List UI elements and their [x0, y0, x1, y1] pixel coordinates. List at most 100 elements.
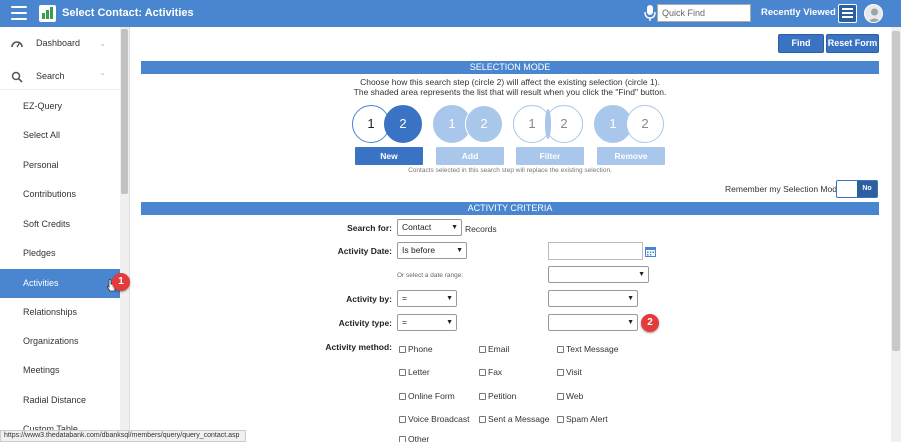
checkbox-label: Email — [488, 344, 510, 354]
venn-filter-overlap — [545, 109, 551, 139]
find-button[interactable]: Find — [778, 34, 824, 53]
date-range-select[interactable]: ▼ — [548, 266, 649, 283]
mode-filter-button[interactable]: Filter — [516, 147, 584, 165]
sidebar-item-activities[interactable]: Activities — [0, 269, 120, 298]
activity-by-select[interactable]: ▼ — [548, 290, 638, 307]
main-scrollbar[interactable] — [891, 27, 901, 442]
records-label: Records — [465, 224, 497, 234]
calendar-icon[interactable] — [645, 246, 656, 257]
activity-by-operator-value: = — [402, 293, 407, 303]
sidebar-item-relationships[interactable]: Relationships — [0, 298, 120, 327]
method-sent-a-message-checkbox[interactable]: Sent a Message — [479, 414, 549, 424]
reset-form-button[interactable]: Reset Form — [826, 34, 879, 53]
annotation-badge-1: 1 — [112, 273, 130, 291]
search-for-select[interactable]: Contact ▼ — [397, 219, 462, 236]
checkbox-box — [399, 436, 406, 442]
menu-icon[interactable] — [11, 6, 27, 20]
annotation-badge-2: 2 — [641, 314, 659, 332]
sidebar-item-soft-credits[interactable]: Soft Credits — [0, 210, 120, 239]
sidebar-item-ez-query[interactable]: EZ-Query — [0, 92, 120, 121]
selection-mode-note: Contacts selected in this search step wi… — [408, 167, 612, 174]
checkbox-box — [557, 393, 564, 400]
sidebar-item-label: Search — [36, 71, 65, 81]
date-range-label: Or select a date range: — [397, 272, 464, 279]
sidebar-item-contributions[interactable]: Contributions — [0, 180, 120, 209]
checkbox-box — [399, 416, 406, 423]
chevron-down-icon: ▼ — [451, 224, 458, 231]
top-bar: Select Contact: Activities Recently View… — [0, 0, 901, 27]
method-online-form-checkbox[interactable]: Online Form — [399, 391, 455, 401]
search-icon — [11, 71, 23, 83]
sidebar: Dashboard ⌄ Search ⌃ EZ-Query Select All… — [0, 27, 130, 442]
sidebar-item-meetings[interactable]: Meetings — [0, 356, 120, 385]
recently-viewed-dropdown[interactable]: Recently Viewed ▼ — [761, 7, 845, 18]
method-visit-checkbox[interactable]: Visit — [557, 367, 582, 377]
checkbox-label: Letter — [408, 367, 430, 377]
activity-type-select[interactable]: ▼ — [548, 314, 638, 331]
method-other-checkbox[interactable]: Other — [399, 434, 429, 442]
activity-type-operator-value: = — [402, 317, 407, 327]
mode-remove-button[interactable]: Remove — [597, 147, 665, 165]
checkbox-label: Sent a Message — [488, 414, 550, 424]
method-petition-checkbox[interactable]: Petition — [479, 391, 516, 401]
venn-remove-circle-2: 2 — [626, 105, 664, 143]
sidebar-item-organizations[interactable]: Organizations — [0, 327, 120, 356]
scrollbar-thumb[interactable] — [892, 31, 900, 351]
checkbox-label: Voice Broadcast — [408, 414, 470, 424]
method-spam-alert-checkbox[interactable]: Spam Alert — [557, 414, 608, 424]
checkbox-label: Petition — [488, 391, 517, 401]
page-title: Select Contact: Activities — [62, 7, 194, 19]
activity-criteria-heading: ACTIVITY CRITERIA — [141, 202, 879, 215]
list-view-icon[interactable] — [838, 4, 857, 23]
search-for-value: Contact — [402, 222, 432, 232]
method-fax-checkbox[interactable]: Fax — [479, 367, 502, 377]
scrollbar-thumb[interactable] — [121, 29, 128, 194]
quick-find-input[interactable] — [657, 4, 751, 22]
sidebar-item-dashboard[interactable]: Dashboard ⌄ — [0, 29, 120, 58]
sidebar-item-search[interactable]: Search ⌃ — [0, 62, 120, 91]
microphone-icon[interactable] — [643, 4, 657, 22]
activity-type-label: Activity type: — [338, 318, 392, 328]
activity-type-operator-select[interactable]: = ▼ — [397, 314, 457, 331]
method-phone-checkbox[interactable]: Phone — [399, 344, 433, 354]
sidebar-item-personal[interactable]: Personal — [0, 151, 120, 180]
chevron-down-icon: ▼ — [627, 319, 634, 326]
activity-date-operator-select[interactable]: Is before ▼ — [397, 242, 467, 259]
checkbox-box — [479, 369, 486, 376]
checkbox-label: Visit — [566, 367, 582, 377]
mode-new-button[interactable]: New — [355, 147, 423, 165]
checkbox-box — [479, 346, 486, 353]
checkbox-label: Spam Alert — [566, 414, 608, 424]
checkbox-label: Web — [566, 391, 584, 401]
sidebar-item-pledges[interactable]: Pledges — [0, 239, 120, 268]
remember-selection-label: Remember my Selection Mode — [725, 184, 842, 194]
activity-date-input[interactable] — [548, 242, 643, 260]
sidebar-item-radial-distance[interactable]: Radial Distance — [0, 386, 120, 415]
checkbox-box — [557, 416, 564, 423]
sidebar-item-label: Dashboard — [36, 38, 81, 48]
sidebar-scrollbar[interactable] — [120, 27, 129, 442]
method-voice-broadcast-checkbox[interactable]: Voice Broadcast — [399, 414, 469, 424]
remember-selection-toggle[interactable]: No — [836, 180, 878, 198]
chevron-down-icon: ⌄ — [99, 39, 106, 48]
method-email-checkbox[interactable]: Email — [479, 344, 509, 354]
checkbox-label: Online Form — [408, 391, 455, 401]
method-web-checkbox[interactable]: Web — [557, 391, 583, 401]
chevron-up-icon: ⌃ — [99, 72, 106, 81]
checkbox-box — [479, 416, 486, 423]
selection-mode-instructions-2: The shaded area represents the list that… — [353, 87, 667, 97]
activity-date-label: Activity Date: — [337, 246, 392, 256]
chevron-down-icon: ▼ — [446, 295, 453, 302]
chevron-down-icon: ▼ — [456, 247, 463, 254]
activity-by-operator-select[interactable]: = ▼ — [397, 290, 457, 307]
checkbox-box — [557, 346, 564, 353]
app-logo-icon — [39, 5, 56, 22]
sidebar-item-select-all[interactable]: Select All — [0, 121, 120, 150]
method-letter-checkbox[interactable]: Letter — [399, 367, 430, 377]
avatar[interactable] — [864, 4, 883, 23]
activity-date-operator-value: Is before — [402, 245, 436, 255]
user-icon — [867, 8, 882, 22]
method-text-message-checkbox[interactable]: Text Message — [557, 344, 618, 354]
search-for-label: Search for: — [347, 223, 392, 233]
mode-add-button[interactable]: Add — [436, 147, 504, 165]
